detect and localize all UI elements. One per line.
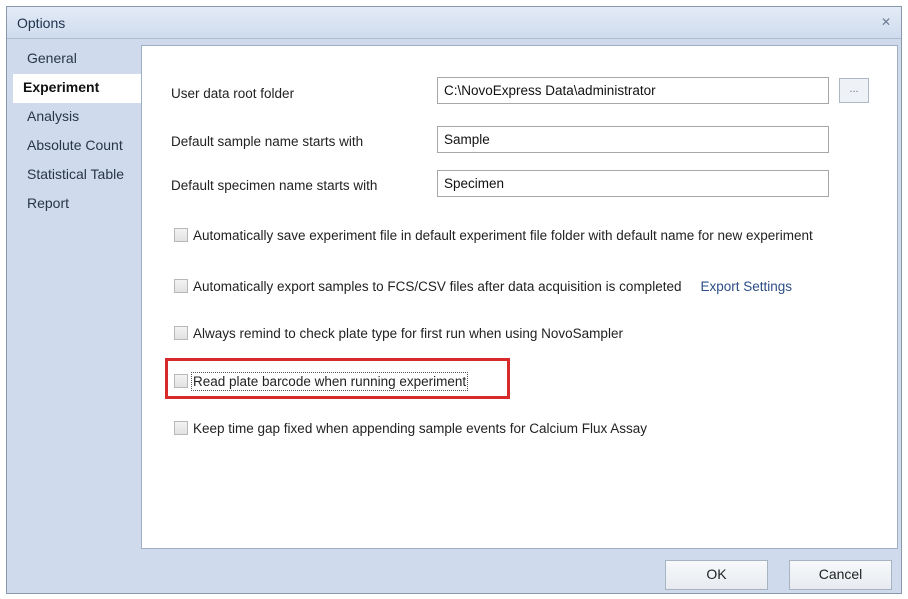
title-bar: Options ✕	[7, 7, 901, 39]
cancel-button[interactable]: Cancel	[789, 560, 892, 590]
dialog-title: Options	[17, 15, 66, 31]
option-plate-type-reminder: Always remind to check plate type for fi…	[174, 322, 623, 344]
keep-time-gap-checkbox[interactable]	[174, 421, 188, 435]
specimen-name-field[interactable]: Specimen	[437, 170, 829, 197]
sidebar-item-report[interactable]: Report	[13, 190, 141, 219]
keep-time-gap-label: Keep time gap fixed when appending sampl…	[193, 420, 647, 436]
specimen-name-label: Default specimen name starts with	[171, 178, 378, 193]
sidebar-item-statistical-table[interactable]: Statistical Table	[13, 161, 141, 190]
sidebar-item-absolute-count[interactable]: Absolute Count	[13, 132, 141, 161]
root-folder-field[interactable]: C:\NovoExpress Data\administrator	[437, 77, 829, 104]
auto-export-label: Automatically export samples to FCS/CSV …	[193, 278, 682, 294]
auto-save-label: Automatically save experiment file in de…	[193, 227, 813, 243]
option-auto-save: Automatically save experiment file in de…	[174, 224, 813, 246]
plate-type-reminder-checkbox[interactable]	[174, 326, 188, 340]
read-barcode-label: Read plate barcode when running experime…	[190, 371, 469, 391]
auto-save-checkbox[interactable]	[174, 228, 188, 242]
plate-type-reminder-label: Always remind to check plate type for fi…	[193, 325, 623, 341]
read-barcode-checkbox[interactable]	[174, 374, 188, 388]
ok-button[interactable]: OK	[665, 560, 768, 590]
auto-export-checkbox[interactable]	[174, 279, 188, 293]
export-settings-link[interactable]: Export Settings	[700, 279, 792, 294]
sample-name-field[interactable]: Sample	[437, 126, 829, 153]
sample-name-label: Default sample name starts with	[171, 134, 364, 149]
option-keep-time-gap: Keep time gap fixed when appending sampl…	[174, 417, 647, 439]
sidebar-item-experiment[interactable]: Experiment	[13, 74, 143, 103]
browse-folder-button[interactable]: ...	[839, 78, 869, 103]
option-read-barcode: Read plate barcode when running experime…	[174, 370, 469, 392]
experiment-settings-panel: User data root folder C:\NovoExpress Dat…	[141, 45, 898, 549]
options-sidebar: General Experiment Analysis Absolute Cou…	[13, 45, 143, 549]
sidebar-item-analysis[interactable]: Analysis	[13, 103, 141, 132]
options-dialog: Options ✕ General Experiment Analysis Ab…	[6, 6, 902, 594]
sidebar-item-general[interactable]: General	[13, 45, 141, 74]
option-auto-export: Automatically export samples to FCS/CSV …	[174, 275, 792, 297]
close-icon[interactable]: ✕	[879, 15, 893, 29]
root-folder-label: User data root folder	[171, 86, 295, 101]
